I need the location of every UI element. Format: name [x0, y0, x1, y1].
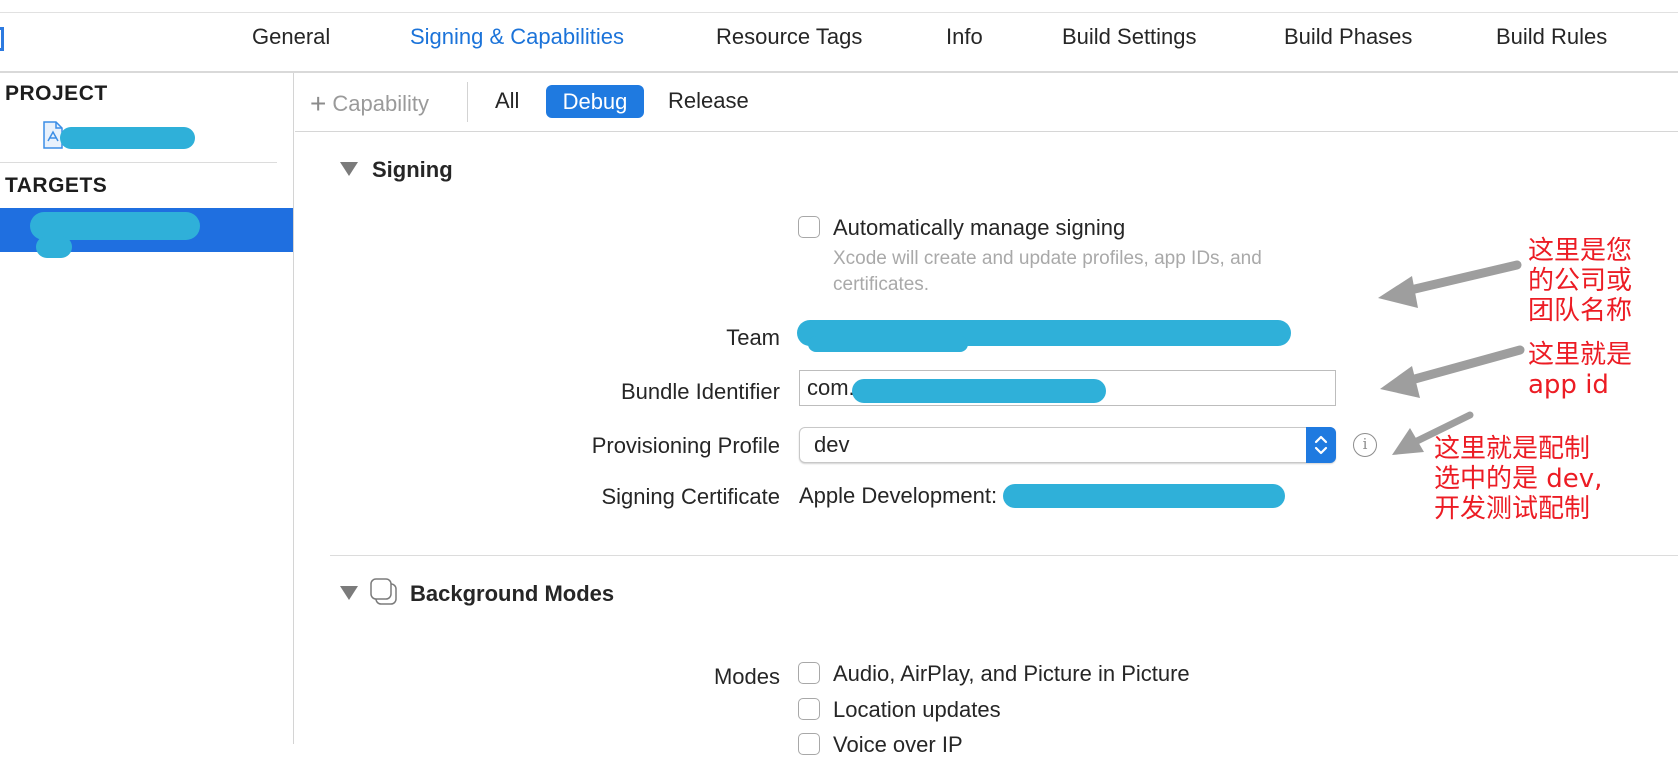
annotation-arrow-bundle — [1380, 345, 1525, 398]
annotation-profile-line-2: 选中的是 dev, — [1434, 464, 1603, 494]
annotation-team-line-3: 团队名称 — [1528, 296, 1633, 326]
annotation-bundle-line-2: app id — [1528, 370, 1609, 400]
annotation-team-note: 这里是您 的公司或 团队名称 — [1528, 236, 1632, 326]
annotation-bundle-line-1: 这里就是 — [1528, 340, 1633, 370]
annotation-arrow-team — [1378, 260, 1522, 308]
annotation-team-line-1: 这里是您 — [1528, 236, 1633, 266]
annotation-profile-note: 这里就是配制 选中的是 dev, 开发测试配制 — [1434, 434, 1602, 524]
annotation-team-line-2: 的公司或 — [1528, 266, 1633, 296]
annotation-profile-line-3: 开发测试配制 — [1434, 494, 1591, 524]
annotation-profile-line-1: 这里就是配制 — [1434, 434, 1591, 464]
annotation-bundle-note: 这里就是 app id — [1528, 340, 1632, 400]
annotation-arrows — [1378, 260, 1525, 455]
